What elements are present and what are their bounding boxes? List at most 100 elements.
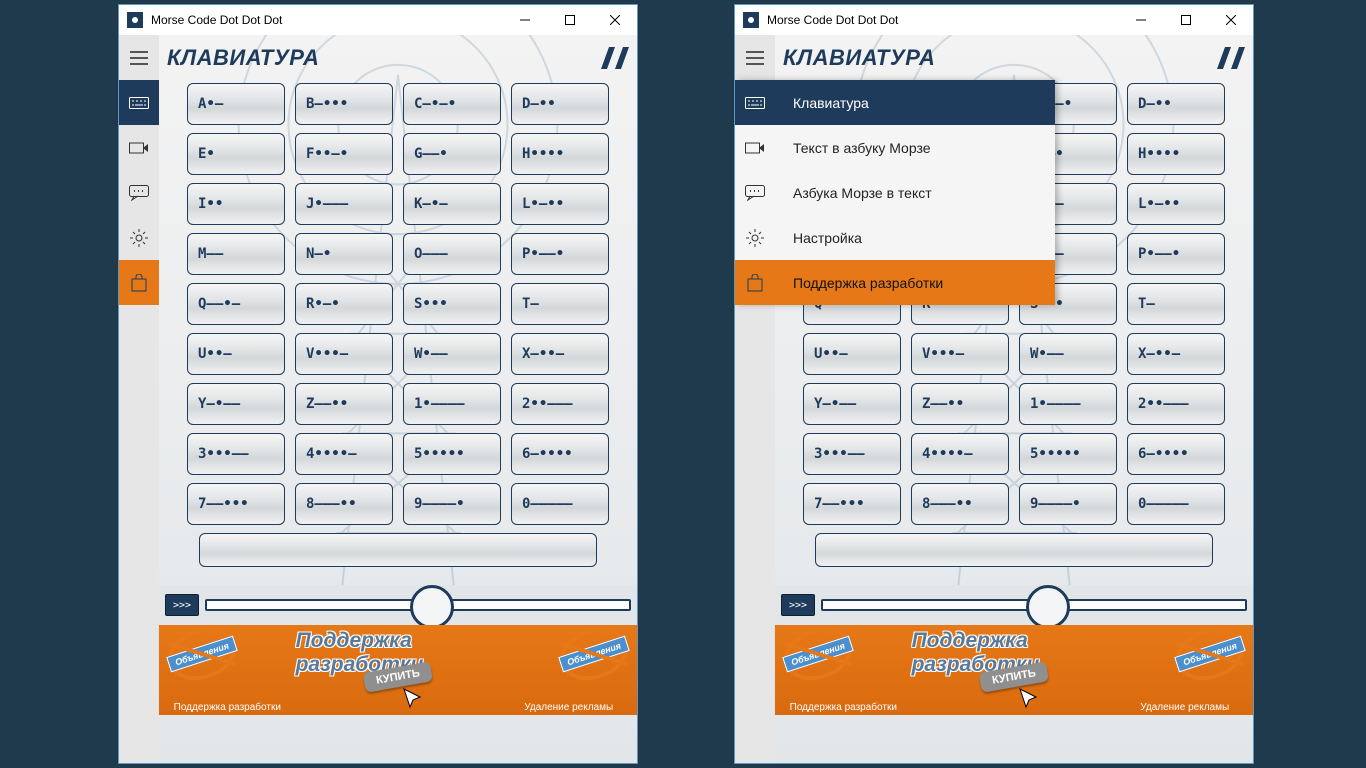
- slider-knob[interactable]: [1026, 585, 1070, 629]
- sidebar-item-settings[interactable]: [119, 215, 159, 260]
- slider-knob[interactable]: [410, 585, 454, 629]
- morse-key[interactable]: J•–––: [295, 183, 393, 225]
- morse-key[interactable]: L•–••: [1127, 183, 1225, 225]
- ad-banner[interactable]: Объявления Поддержка разработки Поддержк…: [159, 625, 637, 715]
- hamburger-button[interactable]: [735, 35, 775, 80]
- morse-key[interactable]: 8–––••: [911, 483, 1009, 525]
- morse-key[interactable]: D–••: [511, 83, 609, 125]
- morse-key[interactable]: L•–••: [511, 183, 609, 225]
- ad-banner[interactable]: Объявления Поддержка разработки Поддержк…: [775, 625, 1253, 715]
- morse-key[interactable]: W•––: [403, 333, 501, 375]
- morse-key[interactable]: H••••: [511, 133, 609, 175]
- close-button[interactable]: [592, 5, 637, 35]
- morse-key[interactable]: D–••: [1127, 83, 1225, 125]
- app-icon: [127, 12, 143, 28]
- app-window: Morse Code Dot Dot Dot: [118, 4, 638, 764]
- minimize-button[interactable]: [1118, 5, 1163, 35]
- morse-key[interactable]: U••–: [187, 333, 285, 375]
- nav-item-label: Поддержка разработки: [793, 275, 943, 291]
- maximize-button[interactable]: [547, 5, 592, 35]
- morse-key[interactable]: 1•––––: [1019, 383, 1117, 425]
- sidebar-item-support[interactable]: [119, 260, 159, 305]
- morse-key[interactable]: 7––•••: [803, 483, 901, 525]
- speed-slider[interactable]: [205, 599, 631, 611]
- morse-key[interactable]: 2••–––: [1127, 383, 1225, 425]
- ad-stamp-right: Объявления: [553, 619, 635, 688]
- nav-item-settings[interactable]: Настройка: [735, 215, 1055, 260]
- morse-key[interactable]: G––•: [403, 133, 501, 175]
- morse-key[interactable]: F••–•: [295, 133, 393, 175]
- sidebar-item-to-text[interactable]: [119, 170, 159, 215]
- morse-key[interactable]: Z––••: [295, 383, 393, 425]
- ad-left-caption: Поддержка разработки: [790, 702, 897, 713]
- morse-key[interactable]: T–: [511, 283, 609, 325]
- morse-key[interactable]: Q––•–: [187, 283, 285, 325]
- speed-slider[interactable]: [821, 599, 1247, 611]
- to-morse-icon: [735, 140, 775, 156]
- morse-key[interactable]: W•––: [1019, 333, 1117, 375]
- space-key[interactable]: [815, 533, 1213, 567]
- logo-slashes: [595, 47, 629, 69]
- page-title: КЛАВИАТУРА: [783, 45, 935, 71]
- close-button[interactable]: [1208, 5, 1253, 35]
- morse-key[interactable]: 4••••–: [295, 433, 393, 475]
- gear-icon: [735, 229, 775, 247]
- morse-key[interactable]: T–: [1127, 283, 1225, 325]
- morse-key[interactable]: 2••–––: [511, 383, 609, 425]
- morse-key[interactable]: 5•••••: [403, 433, 501, 475]
- morse-key[interactable]: V•••–: [295, 333, 393, 375]
- morse-key[interactable]: C–•–•: [403, 83, 501, 125]
- nav-item-to_text[interactable]: Азбука Морзе в текст: [735, 170, 1055, 215]
- morse-key[interactable]: E•: [187, 133, 285, 175]
- morse-key[interactable]: H••••: [1127, 133, 1225, 175]
- morse-key[interactable]: 3•••––: [187, 433, 285, 475]
- hamburger-button[interactable]: [119, 35, 159, 80]
- sidebar-item-keyboard[interactable]: [119, 80, 159, 125]
- morse-key[interactable]: P•––•: [1127, 233, 1225, 275]
- morse-key[interactable]: Y–•––: [187, 383, 285, 425]
- morse-key[interactable]: Y–•––: [803, 383, 901, 425]
- play-button[interactable]: >>>: [781, 594, 815, 616]
- nav-item-support[interactable]: Поддержка разработки: [735, 260, 1055, 305]
- bag-icon: [735, 274, 775, 292]
- morse-key[interactable]: 8–––••: [295, 483, 393, 525]
- morse-key[interactable]: 0–––––: [511, 483, 609, 525]
- minimize-button[interactable]: [502, 5, 547, 35]
- morse-key[interactable]: O–––: [403, 233, 501, 275]
- morse-key[interactable]: 9––––•: [403, 483, 501, 525]
- morse-key[interactable]: S•••: [403, 283, 501, 325]
- morse-key[interactable]: N–•: [295, 233, 393, 275]
- morse-key[interactable]: 1•––––: [403, 383, 501, 425]
- morse-key[interactable]: V•••–: [911, 333, 1009, 375]
- nav-item-to_morse[interactable]: Текст в азбуку Морзе: [735, 125, 1055, 170]
- morse-key[interactable]: 9––––•: [1019, 483, 1117, 525]
- morse-key[interactable]: 0–––––: [1127, 483, 1225, 525]
- morse-key[interactable]: X–••–: [511, 333, 609, 375]
- app-window: Morse Code Dot Dot Dot: [734, 4, 1254, 764]
- morse-key[interactable]: 5•••••: [1019, 433, 1117, 475]
- morse-key[interactable]: I••: [187, 183, 285, 225]
- morse-key[interactable]: 7––•••: [187, 483, 285, 525]
- morse-key[interactable]: A•–: [187, 83, 285, 125]
- morse-key[interactable]: M––: [187, 233, 285, 275]
- morse-key[interactable]: 3•••––: [803, 433, 901, 475]
- play-button[interactable]: >>>: [165, 594, 199, 616]
- morse-key[interactable]: K–•–: [403, 183, 501, 225]
- morse-key[interactable]: 4••••–: [911, 433, 1009, 475]
- morse-key[interactable]: 6–••••: [511, 433, 609, 475]
- morse-key[interactable]: Z––••: [911, 383, 1009, 425]
- maximize-button[interactable]: [1163, 5, 1208, 35]
- morse-key[interactable]: U••–: [803, 333, 901, 375]
- nav-item-keyboard[interactable]: Клавиатура: [735, 80, 1055, 125]
- page-header: КЛАВИАТУРА: [159, 35, 637, 80]
- sidebar-item-to-morse[interactable]: [119, 125, 159, 170]
- ad-left-caption: Поддержка разработки: [174, 702, 281, 713]
- space-key[interactable]: [199, 533, 597, 567]
- nav-item-label: Азбука Морзе в текст: [793, 185, 932, 201]
- morse-key[interactable]: P•––•: [511, 233, 609, 275]
- morse-key[interactable]: B–•••: [295, 83, 393, 125]
- morse-key[interactable]: 6–••••: [1127, 433, 1225, 475]
- morse-key[interactable]: X–••–: [1127, 333, 1225, 375]
- window-title: Morse Code Dot Dot Dot: [151, 13, 502, 27]
- morse-key[interactable]: R•–•: [295, 283, 393, 325]
